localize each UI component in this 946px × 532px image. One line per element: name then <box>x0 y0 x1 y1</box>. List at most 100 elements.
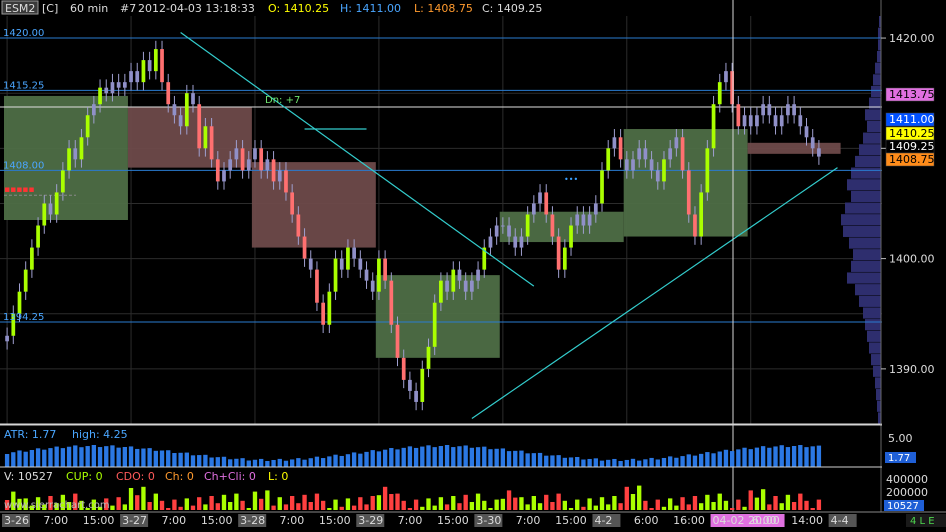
volume-bar <box>816 499 822 510</box>
profile-bar <box>859 295 881 307</box>
candle-body <box>748 115 753 127</box>
profile-bar <box>849 237 881 249</box>
candle-body <box>153 49 158 72</box>
atr-bar <box>432 447 437 467</box>
chart-canvas[interactable]: ESM2 [C] 60 min #7 2012-04-03 13:18:33 O… <box>0 0 946 528</box>
volume-bar <box>556 493 561 510</box>
atr-bar <box>73 445 78 467</box>
candle-body <box>810 137 815 149</box>
atr-bar <box>705 452 710 467</box>
candle-body <box>420 368 425 402</box>
profile-bar <box>877 400 881 412</box>
price-badge-label: 1410.25 <box>889 127 935 140</box>
atr-bar <box>190 455 196 467</box>
volume-bar <box>482 500 487 510</box>
volume-bar <box>364 504 369 510</box>
candle-body <box>432 302 437 347</box>
candle-body <box>197 104 202 149</box>
volume-bar <box>810 508 815 510</box>
atr-bar <box>531 453 537 467</box>
atr-bar <box>723 449 729 467</box>
zone-box-green <box>499 211 624 243</box>
candle-body <box>36 225 40 248</box>
volume-bar <box>469 502 475 510</box>
candle-body <box>184 93 189 127</box>
level-label: 1408.00 <box>3 160 44 171</box>
l-label: L: 0 <box>268 470 288 483</box>
volume-bar <box>135 495 140 510</box>
profile-bar <box>863 132 881 144</box>
candle-body <box>265 159 270 171</box>
candle-body <box>135 71 140 83</box>
candle-body <box>513 236 518 248</box>
atr-bar <box>624 459 629 467</box>
candle-body <box>358 258 363 270</box>
candle-body <box>296 214 301 237</box>
volume-bar <box>407 508 413 510</box>
level-label: 1420.00 <box>3 28 44 39</box>
volume-bar <box>674 505 679 510</box>
volume-bar <box>339 506 344 510</box>
profile-bar <box>843 225 881 237</box>
profile-bar <box>867 120 881 133</box>
candle-body <box>618 137 623 160</box>
volume-bar <box>680 497 685 510</box>
volume-bar <box>587 498 592 510</box>
atr-bar <box>79 447 84 467</box>
candle-body <box>377 258 381 292</box>
atr-bar <box>444 445 450 467</box>
profile-bar <box>871 354 881 366</box>
status-text: 4 L E <box>910 516 935 527</box>
volume-bar <box>376 495 382 510</box>
atr-bar <box>407 446 413 467</box>
candle-body <box>786 104 790 116</box>
candle-body <box>494 225 499 237</box>
candle-body <box>544 192 549 215</box>
volume-bar <box>302 494 307 510</box>
candle-body <box>339 258 344 270</box>
time-axis-label: 15:00 <box>555 514 587 527</box>
atr-bar <box>754 447 760 467</box>
volume-bar <box>525 504 530 510</box>
atr-bar <box>475 447 481 467</box>
time-axis-label: 14:00 <box>791 514 823 527</box>
atr-bar <box>283 460 289 467</box>
atr-bar <box>519 450 524 467</box>
profile-bar <box>873 365 881 377</box>
atr-bar <box>488 449 493 467</box>
atr-bar <box>17 450 22 467</box>
candle-body <box>550 214 555 237</box>
annotation-text: Dn: +7 <box>265 95 300 106</box>
atr-bar <box>661 457 667 467</box>
atr-bar <box>426 445 431 467</box>
volume-bar <box>581 506 586 510</box>
time-axis-label: 4-4 <box>831 514 849 527</box>
time-axis-label: 6:00 <box>752 514 777 527</box>
interval: 60 min <box>70 2 108 15</box>
atr-bar <box>401 447 406 467</box>
atr-bar <box>587 458 592 467</box>
volume-bar <box>463 494 468 510</box>
candle-body <box>624 159 629 171</box>
candle-body <box>73 148 78 160</box>
datetime: 2012-04-03 13:18:33 <box>138 2 255 15</box>
candle-body <box>277 170 282 182</box>
volume-bar <box>748 490 753 510</box>
time-axis-label: 7:00 <box>280 514 305 527</box>
atr-bar <box>791 446 797 467</box>
candle-body <box>191 93 195 105</box>
profile-bar <box>847 179 881 191</box>
atr-bar <box>575 457 580 467</box>
candle-body <box>401 357 406 380</box>
profile-bar <box>851 190 881 203</box>
atr-bar <box>593 458 598 467</box>
candle-body <box>234 148 239 160</box>
candle-body <box>147 60 152 72</box>
atr-bar <box>42 449 47 467</box>
atr-bar <box>630 458 636 467</box>
candle-body <box>23 269 28 292</box>
candle-body <box>395 324 400 358</box>
candle-body <box>215 159 220 182</box>
atr-bar <box>60 448 66 467</box>
atr-bar <box>85 446 90 467</box>
